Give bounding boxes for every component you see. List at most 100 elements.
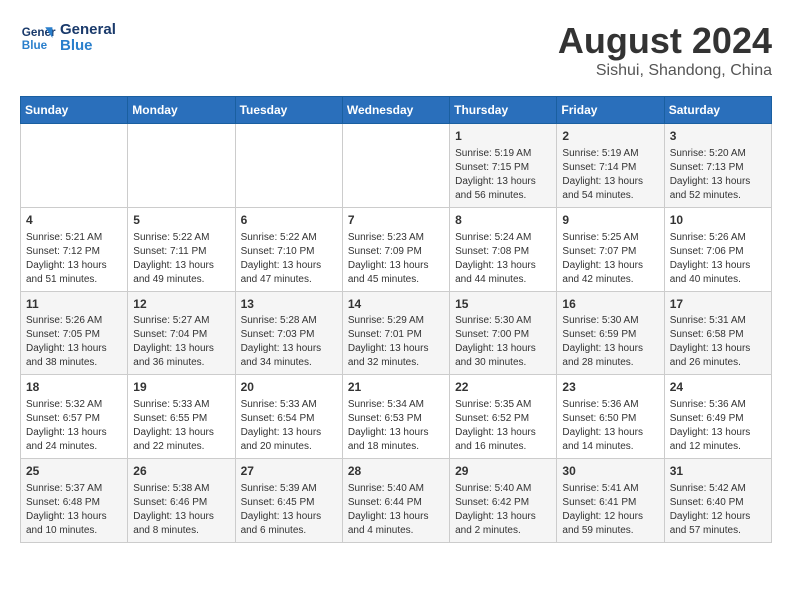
day-info: Sunrise: 5:39 AM Sunset: 6:45 PM Dayligh… [241,482,337,538]
day-info: Sunrise: 5:36 AM Sunset: 6:49 PM Dayligh… [670,398,766,454]
col-header-sunday: Sunday [21,97,128,124]
day-cell [128,124,235,208]
day-cell: 24 Sunrise: 5:36 AM Sunset: 6:49 PM Dayli… [664,375,771,459]
day-cell: 15Sunrise: 5:30 AM Sunset: 7:00 PM Dayli… [450,291,557,375]
day-cell: 23Sunrise: 5:36 AM Sunset: 6:50 PM Dayli… [557,375,664,459]
day-cell: 4 Sunrise: 5:21 AM Sunset: 7:12 PM Daylig… [21,207,128,291]
day-info: Sunrise: 5:40 AM Sunset: 6:42 PM Dayligh… [455,482,551,538]
day-cell: 25 Sunrise: 5:37 AM Sunset: 6:48 PM Dayli… [21,459,128,543]
day-info: Sunrise: 5:25 AM Sunset: 7:07 PM Dayligh… [562,231,658,287]
day-cell: 8Sunrise: 5:24 AM Sunset: 7:08 PM Daylig… [450,207,557,291]
day-number: 24 [670,379,766,396]
day-number: 3 [670,128,766,145]
day-number: 14 [348,296,444,313]
day-cell: 10Sunrise: 5:26 AM Sunset: 7:06 PM Dayli… [664,207,771,291]
day-cell: 6Sunrise: 5:22 AM Sunset: 7:10 PM Daylig… [235,207,342,291]
day-cell: 20 Sunrise: 5:33 AM Sunset: 6:54 PM Dayli… [235,375,342,459]
day-number: 20 [241,379,337,396]
day-info: Sunrise: 5:29 AM Sunset: 7:01 PM Dayligh… [348,314,444,370]
day-number: 28 [348,463,444,480]
day-info: Sunrise: 5:37 AM Sunset: 6:48 PM Dayligh… [26,482,122,538]
day-number: 9 [562,212,658,229]
calendar-table: SundayMondayTuesdayWednesdayThursdayFrid… [20,96,772,543]
day-number: 2 [562,128,658,145]
day-number: 19 [133,379,229,396]
day-number: 11 [26,296,122,313]
day-info: Sunrise: 5:34 AM Sunset: 6:53 PM Dayligh… [348,398,444,454]
day-cell: 7 Sunrise: 5:23 AM Sunset: 7:09 PM Daylig… [342,207,449,291]
col-header-tuesday: Tuesday [235,97,342,124]
month-title: August 2024 [558,20,772,62]
day-info: Sunrise: 5:40 AM Sunset: 6:44 PM Dayligh… [348,482,444,538]
day-cell: 12Sunrise: 5:27 AM Sunset: 7:04 PM Dayli… [128,291,235,375]
day-info: Sunrise: 5:19 AM Sunset: 7:14 PM Dayligh… [562,147,658,203]
day-cell [235,124,342,208]
day-info: Sunrise: 5:32 AM Sunset: 6:57 PM Dayligh… [26,398,122,454]
day-number: 4 [26,212,122,229]
day-cell: 29 Sunrise: 5:40 AM Sunset: 6:42 PM Dayli… [450,459,557,543]
day-cell: 3 Sunrise: 5:20 AM Sunset: 7:13 PM Daylig… [664,124,771,208]
day-cell: 30 Sunrise: 5:41 AM Sunset: 6:41 PM Dayli… [557,459,664,543]
day-cell: 21 Sunrise: 5:34 AM Sunset: 6:53 PM Dayli… [342,375,449,459]
day-number: 16 [562,296,658,313]
day-number: 10 [670,212,766,229]
day-info: Sunrise: 5:42 AM Sunset: 6:40 PM Dayligh… [670,482,766,538]
day-cell: 9 Sunrise: 5:25 AM Sunset: 7:07 PM Daylig… [557,207,664,291]
day-number: 30 [562,463,658,480]
day-number: 29 [455,463,551,480]
logo-icon: General Blue [20,20,56,56]
day-cell: 11Sunrise: 5:26 AM Sunset: 7:05 PM Dayli… [21,291,128,375]
day-number: 7 [348,212,444,229]
day-number: 22 [455,379,551,396]
day-info: Sunrise: 5:35 AM Sunset: 6:52 PM Dayligh… [455,398,551,454]
day-number: 26 [133,463,229,480]
week-row-5: 25 Sunrise: 5:37 AM Sunset: 6:48 PM Dayli… [21,459,772,543]
day-cell: 1 Sunrise: 5:19 AM Sunset: 7:15 PM Daylig… [450,124,557,208]
day-info: Sunrise: 5:26 AM Sunset: 7:05 PM Dayligh… [26,314,122,370]
day-number: 1 [455,128,551,145]
day-cell: 2 Sunrise: 5:19 AM Sunset: 7:14 PM Daylig… [557,124,664,208]
header-row: SundayMondayTuesdayWednesdayThursdayFrid… [21,97,772,124]
day-cell: 14Sunrise: 5:29 AM Sunset: 7:01 PM Dayli… [342,291,449,375]
day-info: Sunrise: 5:27 AM Sunset: 7:04 PM Dayligh… [133,314,229,370]
day-info: Sunrise: 5:20 AM Sunset: 7:13 PM Dayligh… [670,147,766,203]
day-info: Sunrise: 5:28 AM Sunset: 7:03 PM Dayligh… [241,314,337,370]
day-cell: 22 Sunrise: 5:35 AM Sunset: 6:52 PM Dayli… [450,375,557,459]
day-info: Sunrise: 5:30 AM Sunset: 6:59 PM Dayligh… [562,314,658,370]
col-header-saturday: Saturday [664,97,771,124]
day-number: 6 [241,212,337,229]
day-info: Sunrise: 5:41 AM Sunset: 6:41 PM Dayligh… [562,482,658,538]
logo-general: General [60,22,116,39]
day-number: 8 [455,212,551,229]
col-header-wednesday: Wednesday [342,97,449,124]
day-number: 21 [348,379,444,396]
day-cell: 13Sunrise: 5:28 AM Sunset: 7:03 PM Dayli… [235,291,342,375]
page-header: General Blue General Blue August 2024 Si… [20,20,772,80]
day-info: Sunrise: 5:31 AM Sunset: 6:58 PM Dayligh… [670,314,766,370]
day-info: Sunrise: 5:33 AM Sunset: 6:54 PM Dayligh… [241,398,337,454]
col-header-thursday: Thursday [450,97,557,124]
day-cell: 31 Sunrise: 5:42 AM Sunset: 6:40 PM Dayli… [664,459,771,543]
day-info: Sunrise: 5:23 AM Sunset: 7:09 PM Dayligh… [348,231,444,287]
day-number: 25 [26,463,122,480]
col-header-monday: Monday [128,97,235,124]
day-number: 15 [455,296,551,313]
svg-text:Blue: Blue [22,39,48,52]
day-cell: 5Sunrise: 5:22 AM Sunset: 7:11 PM Daylig… [128,207,235,291]
day-number: 18 [26,379,122,396]
day-info: Sunrise: 5:19 AM Sunset: 7:15 PM Dayligh… [455,147,551,203]
day-info: Sunrise: 5:33 AM Sunset: 6:55 PM Dayligh… [133,398,229,454]
day-number: 12 [133,296,229,313]
day-number: 5 [133,212,229,229]
day-info: Sunrise: 5:30 AM Sunset: 7:00 PM Dayligh… [455,314,551,370]
day-cell [21,124,128,208]
day-number: 27 [241,463,337,480]
day-number: 23 [562,379,658,396]
day-cell: 26Sunrise: 5:38 AM Sunset: 6:46 PM Dayli… [128,459,235,543]
day-cell: 17Sunrise: 5:31 AM Sunset: 6:58 PM Dayli… [664,291,771,375]
logo-blue: Blue [60,38,116,55]
day-number: 31 [670,463,766,480]
day-info: Sunrise: 5:21 AM Sunset: 7:12 PM Dayligh… [26,231,122,287]
col-header-friday: Friday [557,97,664,124]
week-row-3: 11Sunrise: 5:26 AM Sunset: 7:05 PM Dayli… [21,291,772,375]
